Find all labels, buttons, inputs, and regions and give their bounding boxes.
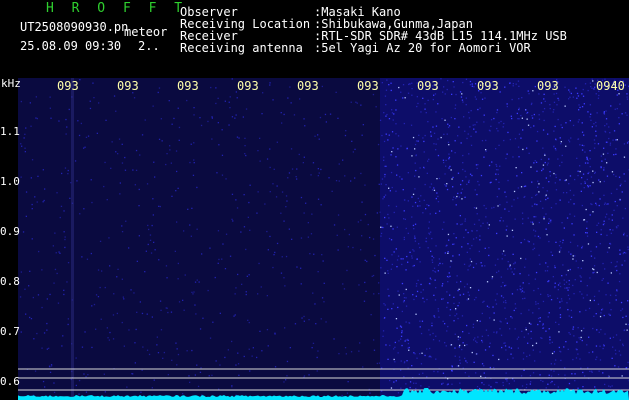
y-tick-label: 0.7 [0, 325, 20, 338]
x-tick-label: 093 [117, 80, 139, 92]
meteor-label: meteor [124, 25, 168, 39]
x-tick-label: 093 [297, 80, 319, 92]
y-tick-label: 0.9 [0, 225, 20, 238]
y-tick-label: 1.0 [0, 175, 20, 188]
spectrogram [18, 78, 629, 400]
x-tick-label: 093 [237, 80, 259, 92]
antenna-value: :5el Yagi Az 20 for Aomori VOR [314, 41, 531, 55]
x-tick-label: 093 [57, 80, 79, 92]
y-tick-label: 0.8 [0, 275, 20, 288]
antenna-label: Receiving antenna [180, 41, 303, 55]
x-tick-label: 093 [537, 80, 559, 92]
spectrogram-canvas [18, 78, 629, 400]
x-tick-label: 093 [357, 80, 379, 92]
x-tick-label: 093 [477, 80, 499, 92]
header-panel: H R O F F T UT2508090930.pn meteor 25.08… [0, 0, 629, 78]
datetime-label: 25.08.09 09:30 [20, 39, 122, 53]
spectrum-active-region [380, 78, 629, 400]
vertical-streak [71, 78, 74, 400]
y-tick-label: 0.6 [0, 375, 20, 388]
y-tick-label: 1.1 [0, 125, 20, 138]
y-axis: kHz 1.1 1.0 0.9 0.8 0.7 0.6 [0, 77, 21, 400]
y-axis-unit: kHz [1, 77, 21, 90]
x-tick-label: 093 [177, 80, 199, 92]
x-tick-label: 093 [417, 80, 439, 92]
count-label: 2.. [138, 39, 160, 53]
app-title: H R O F F T [46, 1, 188, 16]
x-tick-label: 0940 [596, 80, 625, 92]
filename-label: UT2508090930.pn [20, 20, 129, 34]
